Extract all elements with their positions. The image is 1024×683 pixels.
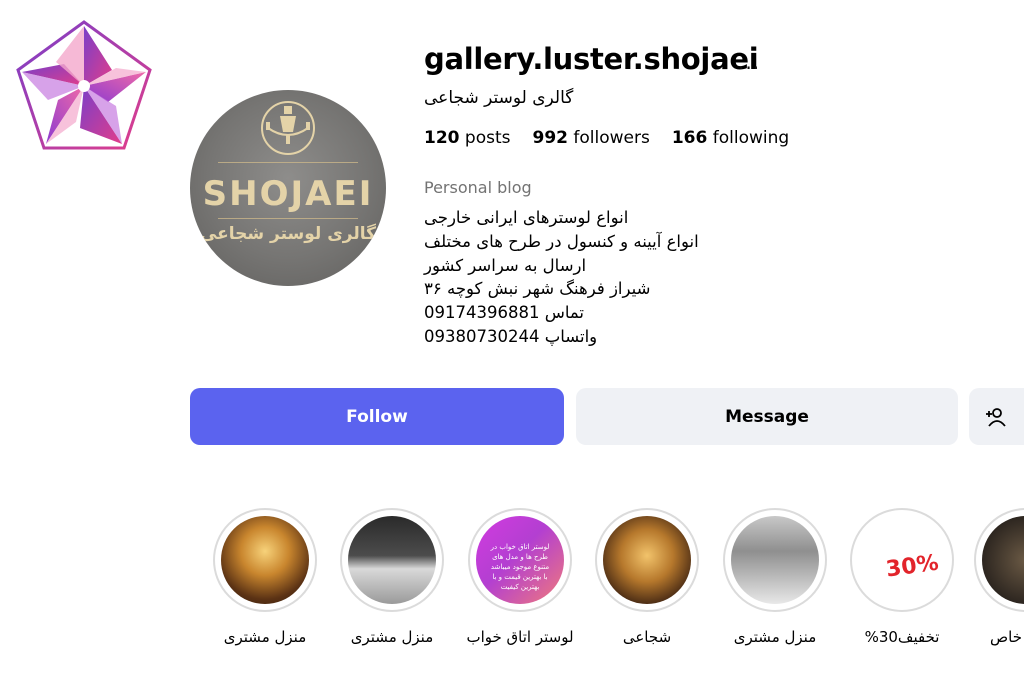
avatar-divider bbox=[218, 162, 358, 163]
highlight-label: شجاعی bbox=[622, 628, 672, 646]
highlight-ring bbox=[340, 508, 444, 612]
highlight-label: لوستر اتاق خواب bbox=[466, 628, 574, 646]
bio-line: تماس 09174396881 bbox=[424, 303, 585, 323]
bio-line: واتساپ 09380730244 bbox=[424, 326, 598, 346]
followers-label: followers bbox=[573, 128, 650, 148]
avatar-brand-text: SHOJAEI bbox=[202, 174, 374, 214]
discount-badge: 30% bbox=[884, 550, 941, 583]
highlight-ring bbox=[595, 508, 699, 612]
profile-avatar[interactable]: SHOJAEI گالری لوستر شجاعی bbox=[190, 90, 386, 286]
chandelier-emblem-icon bbox=[261, 101, 315, 155]
brand-logo[interactable] bbox=[12, 18, 156, 154]
following-stat[interactable]: 166 following bbox=[672, 128, 789, 148]
profile-bio: انواع لوسترهای ایرانی خارجی انواع آیینه … bbox=[424, 206, 699, 349]
highlight-ring bbox=[974, 508, 1024, 612]
highlight-ring bbox=[723, 508, 827, 612]
highlight-item[interactable]: شجاعی bbox=[592, 508, 702, 646]
highlight-ring: لوستر اتاق خواب در طرح ها و مدل های متنو… bbox=[468, 508, 572, 612]
bio-line: انواع لوسترهای ایرانی خارجی bbox=[424, 208, 629, 227]
profile-username[interactable]: gallery.luster.shojaei bbox=[424, 42, 759, 76]
bio-line: انواع آیینه و کنسول در طرح های مختلف bbox=[424, 231, 699, 251]
highlight-label: منزل مشتری bbox=[223, 628, 307, 646]
highlight-cover-text: لوستر اتاق خواب در طرح ها و مدل های متنو… bbox=[490, 543, 550, 591]
suggested-accounts-button[interactable] bbox=[969, 388, 1024, 445]
more-options-icon[interactable]: ... bbox=[738, 50, 760, 74]
message-button[interactable]: Message bbox=[576, 388, 958, 445]
profile-stats: 120 posts 992 followers 166 following bbox=[424, 128, 789, 148]
highlight-cover bbox=[982, 516, 1024, 604]
highlight-cover bbox=[221, 516, 309, 604]
highlight-item[interactable]: منزل مشتری bbox=[720, 508, 830, 646]
highlight-label: منزل مشتری bbox=[350, 628, 434, 646]
highlight-item[interactable]: خاص bbox=[974, 508, 1024, 646]
profile-category: Personal blog bbox=[424, 178, 532, 197]
follow-button[interactable]: Follow bbox=[190, 388, 564, 445]
profile-full-name: گالری لوستر شجاعی bbox=[424, 88, 574, 108]
followers-count: 992 bbox=[532, 128, 568, 148]
highlight-cover bbox=[348, 516, 436, 604]
bio-line: ارسال به سراسر کشور bbox=[424, 255, 587, 275]
following-label: following bbox=[712, 128, 790, 148]
highlight-ring bbox=[213, 508, 317, 612]
highlight-item[interactable]: منزل مشتری bbox=[337, 508, 447, 646]
highlight-item[interactable]: منزل مشتری bbox=[210, 508, 320, 646]
highlight-cover bbox=[731, 516, 819, 604]
highlight-cover: لوستر اتاق خواب در طرح ها و مدل های متنو… bbox=[476, 516, 564, 604]
highlight-cover bbox=[603, 516, 691, 604]
highlight-item[interactable]: لوستر اتاق خواب در طرح ها و مدل های متنو… bbox=[465, 508, 575, 646]
posts-label: posts bbox=[464, 128, 511, 148]
avatar-divider bbox=[218, 218, 358, 219]
posts-stat: 120 posts bbox=[424, 128, 510, 148]
followers-stat[interactable]: 992 followers bbox=[532, 128, 649, 148]
highlight-label: خاص bbox=[990, 628, 1022, 646]
highlight-label: منزل مشتری bbox=[733, 628, 817, 646]
posts-count: 120 bbox=[424, 128, 460, 148]
person-add-icon bbox=[986, 407, 1006, 427]
highlight-item[interactable]: 30% تخفیف30% bbox=[847, 508, 957, 646]
highlight-ring: 30% bbox=[850, 508, 954, 612]
bio-line: شیراز فرهنگ شهر نبش کوچه ۳۶ bbox=[424, 279, 651, 299]
avatar-subtitle: گالری لوستر شجاعی bbox=[199, 224, 377, 244]
following-count: 166 bbox=[671, 128, 708, 148]
highlight-label: تخفیف30% bbox=[864, 628, 940, 646]
highlight-cover: 30% bbox=[858, 516, 946, 604]
